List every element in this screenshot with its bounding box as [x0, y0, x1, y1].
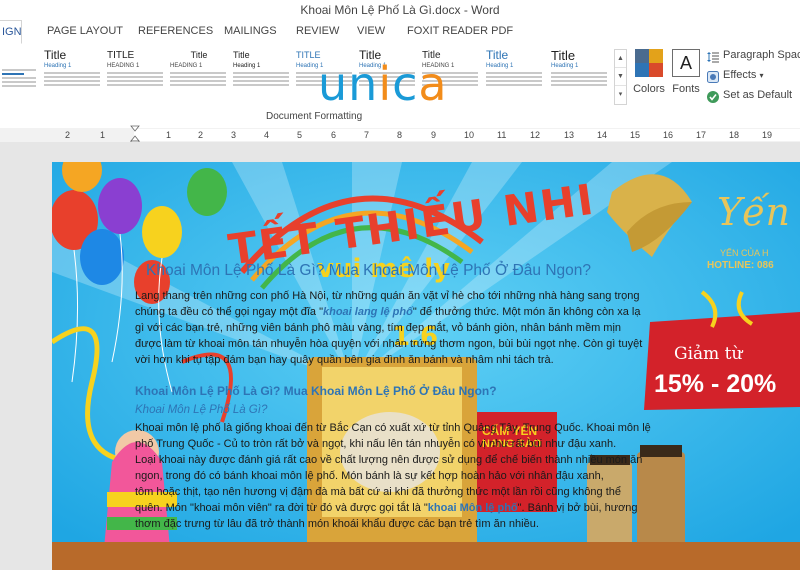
- style-heading: Heading 1: [486, 63, 514, 69]
- tab-page-layout[interactable]: PAGE LAYOUT: [47, 25, 123, 37]
- effects-label: Effects: [723, 69, 757, 81]
- style-set-gallery: Title Heading 1 TITLE HEADING 1 Title HE…: [0, 49, 614, 107]
- paragraph-spacing-button[interactable]: Paragraph Spaci: [706, 49, 800, 69]
- ruler-number: 8: [397, 130, 403, 140]
- ruler-number: 5: [297, 130, 303, 140]
- style-title: TITLE: [107, 50, 135, 61]
- document-page[interactable]: TẾT THIẾU NHI vui mê ly 1.6 Yến YẾN CỦA …: [52, 162, 800, 570]
- style-heading: Heading 1: [233, 63, 261, 69]
- style-title: Title: [44, 49, 67, 62]
- ruler-number: 11: [497, 130, 507, 140]
- fonts-icon: A: [672, 49, 700, 77]
- paragraph-spacing-label: Paragraph Spaci: [723, 49, 800, 61]
- tab-view[interactable]: VIEW: [357, 25, 385, 37]
- ruler-number: 19: [762, 130, 773, 140]
- tab-references[interactable]: REFERENCES: [138, 25, 213, 37]
- paragraph-line[interactable]: vời hơn khi tụ tập đám bạn hay quây quần…: [135, 354, 554, 366]
- style-set-thumbnail[interactable]: [2, 49, 38, 103]
- paragraph-line[interactable]: quên. Món "khoai môn viên" ra đời từ đó …: [135, 502, 638, 514]
- ruler-number: 13: [564, 130, 575, 140]
- ruler-number: 18: [729, 130, 740, 140]
- tab-mailings[interactable]: MAILINGS: [224, 25, 277, 37]
- ruler-number: 12: [530, 130, 541, 140]
- style-title: Title: [190, 50, 208, 60]
- fonts-button[interactable]: A Fonts: [670, 49, 702, 109]
- gallery-down-icon[interactable]: ▼: [615, 68, 626, 86]
- chevron-down-icon: ▾: [759, 71, 764, 80]
- unica-watermark-logo: unica: [318, 57, 448, 111]
- ruler-number: 1: [100, 130, 106, 140]
- ribbon: Title Heading 1 TITLE HEADING 1 Title HE…: [0, 45, 800, 129]
- emphasized-text: khoai Môn lệ phố: [427, 502, 518, 514]
- tab-review[interactable]: REVIEW: [296, 25, 339, 37]
- style-title: Title: [233, 50, 250, 60]
- paragraph-line[interactable]: Khoai môn lệ phố là giống khoai đến từ B…: [135, 422, 651, 434]
- ruler-number: 2: [198, 130, 204, 140]
- paragraph-line[interactable]: phố Trung Quốc - Củ to tròn rất bở và ng…: [135, 438, 616, 450]
- style-heading: Heading 1: [551, 63, 579, 69]
- style-heading: HEADING 1: [107, 63, 140, 69]
- style-set-thumbnail[interactable]: Title Heading 1: [551, 49, 609, 103]
- document-heading-3[interactable]: Khoai Môn Lệ Phố Là Gì?: [135, 404, 267, 416]
- tab-foxit-reader-pdf[interactable]: FOXIT READER PDF: [407, 25, 513, 37]
- ruler-number: 9: [431, 130, 437, 140]
- style-title: Title: [486, 49, 509, 62]
- colors-icon: [635, 49, 663, 77]
- gallery-scrollbar[interactable]: ▲ ▼ ▾: [614, 49, 627, 105]
- paragraph-spacing-icon: [707, 52, 719, 63]
- paragraph-line[interactable]: gì với các bạn trẻ, những viên bánh phô …: [135, 322, 621, 334]
- set-as-default-button[interactable]: Set as Default: [706, 89, 800, 109]
- style-set-thumbnail[interactable]: Title Heading 1: [233, 49, 291, 103]
- check-icon: [707, 91, 719, 103]
- paragraph-line[interactable]: ngon, trong đó có bánh khoai môn lệ phố.…: [135, 470, 604, 482]
- formatting-options: Paragraph Spaci Effects ▾ Set as Default: [706, 49, 800, 109]
- ruler-number: 17: [696, 130, 707, 140]
- brand-script: Yến: [717, 190, 790, 234]
- paragraph-line[interactable]: Loại khoai này được đánh giá rất cao về …: [135, 454, 642, 466]
- paragraph-line[interactable]: chúng ta đều có thể gọi ngay một đĩa "kh…: [135, 306, 640, 318]
- ruler-number: 2: [65, 130, 71, 140]
- ruler-number: 1: [166, 130, 172, 140]
- effects-icon: [707, 71, 719, 83]
- ruler-number: 4: [264, 130, 270, 140]
- document-heading-1[interactable]: Khoai Môn Lệ Phố Là Gì? Mua Khoai Môn Lệ…: [146, 262, 591, 280]
- fonts-label: Fonts: [672, 83, 700, 95]
- ribbon-tabs: IGN PAGE LAYOUT REFERENCES MAILINGS REVI…: [0, 20, 800, 46]
- promo-bottom: 15% - 20%: [654, 370, 777, 398]
- style-heading: HEADING 1: [170, 63, 203, 69]
- ruler-number: 14: [597, 130, 608, 140]
- brand-line: YẾN CỦA H: [720, 248, 769, 258]
- tab-design[interactable]: IGN: [0, 20, 22, 44]
- promo-top: Giảm từ: [674, 344, 743, 364]
- ruler-number: 10: [464, 130, 475, 140]
- style-set-thumbnail[interactable]: Title HEADING 1: [170, 49, 228, 103]
- style-heading: Heading 1: [44, 63, 72, 69]
- gallery-more-icon[interactable]: ▾: [615, 86, 626, 104]
- colors-button[interactable]: Colors: [631, 49, 667, 109]
- paragraph-line[interactable]: thơm đặc trưng từ lâu đã trở thành món k…: [135, 518, 539, 530]
- window-title: Khoai Môn Lệ Phố Là Gì.docx - Word: [300, 3, 500, 17]
- style-set-thumbnail[interactable]: Title Heading 1: [44, 49, 102, 103]
- set-as-default-label: Set as Default: [723, 89, 793, 101]
- style-set-thumbnail[interactable]: TITLE HEADING 1: [107, 49, 165, 103]
- ruler-number: 7: [364, 130, 370, 140]
- effects-button[interactable]: Effects ▾: [706, 69, 800, 89]
- colors-label: Colors: [633, 83, 665, 95]
- style-set-thumbnail[interactable]: Title Heading 1: [486, 49, 544, 103]
- document-formatting-group-label: Document Formatting: [266, 111, 363, 122]
- gallery-up-icon[interactable]: ▲: [615, 50, 626, 68]
- ruler-number: 6: [331, 130, 337, 140]
- ruler-number: 3: [231, 130, 237, 140]
- ruler-number: 16: [663, 130, 674, 140]
- brand-hotline: HOTLINE: 086: [707, 260, 774, 271]
- paragraph-line[interactable]: Lang thang trên những con phố Hà Nội, từ…: [135, 290, 640, 302]
- emphasized-text: khoai lang lệ phố: [322, 306, 413, 318]
- document-heading-2[interactable]: Khoai Môn Lệ Phố Là Gì? Mua Khoai Môn Lệ…: [135, 384, 497, 398]
- paragraph-line[interactable]: được làm từ khoai môn tán nhuyễn hòa quy…: [135, 338, 642, 350]
- title-bar: Khoai Môn Lệ Phố Là Gì.docx - Word: [0, 0, 800, 20]
- horizontal-ruler[interactable]: 2 1 1 2 3 4 5 6 7 8 9 10 11 12 13 14 15 …: [0, 128, 800, 142]
- paragraph-line[interactable]: tôm hoặc thịt, tạo nên hương vị đậm đà m…: [135, 486, 621, 498]
- ruler-number: 15: [630, 130, 641, 140]
- style-title: Title: [551, 49, 576, 63]
